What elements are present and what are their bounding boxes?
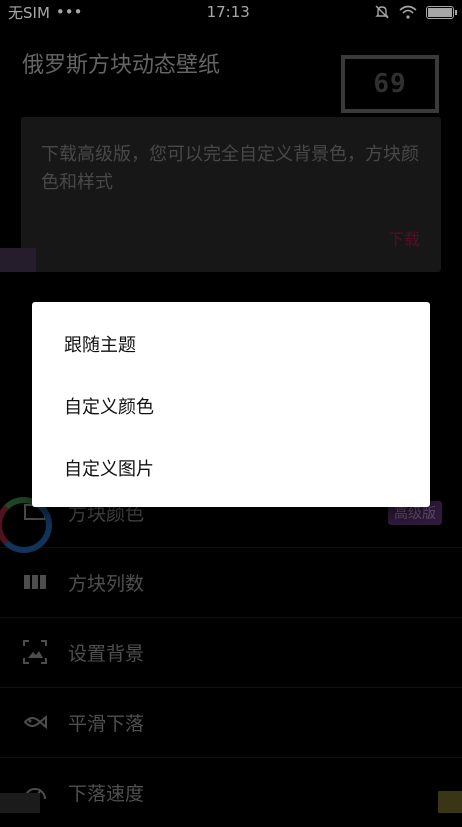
background-options-dialog: 跟随主题 自定义颜色 自定义图片 (32, 302, 430, 507)
dialog-option-custom-image[interactable]: 自定义图片 (32, 437, 430, 499)
dialog-option-custom-color[interactable]: 自定义颜色 (32, 375, 430, 437)
dialog-option-follow-theme[interactable]: 跟随主题 (32, 313, 430, 375)
